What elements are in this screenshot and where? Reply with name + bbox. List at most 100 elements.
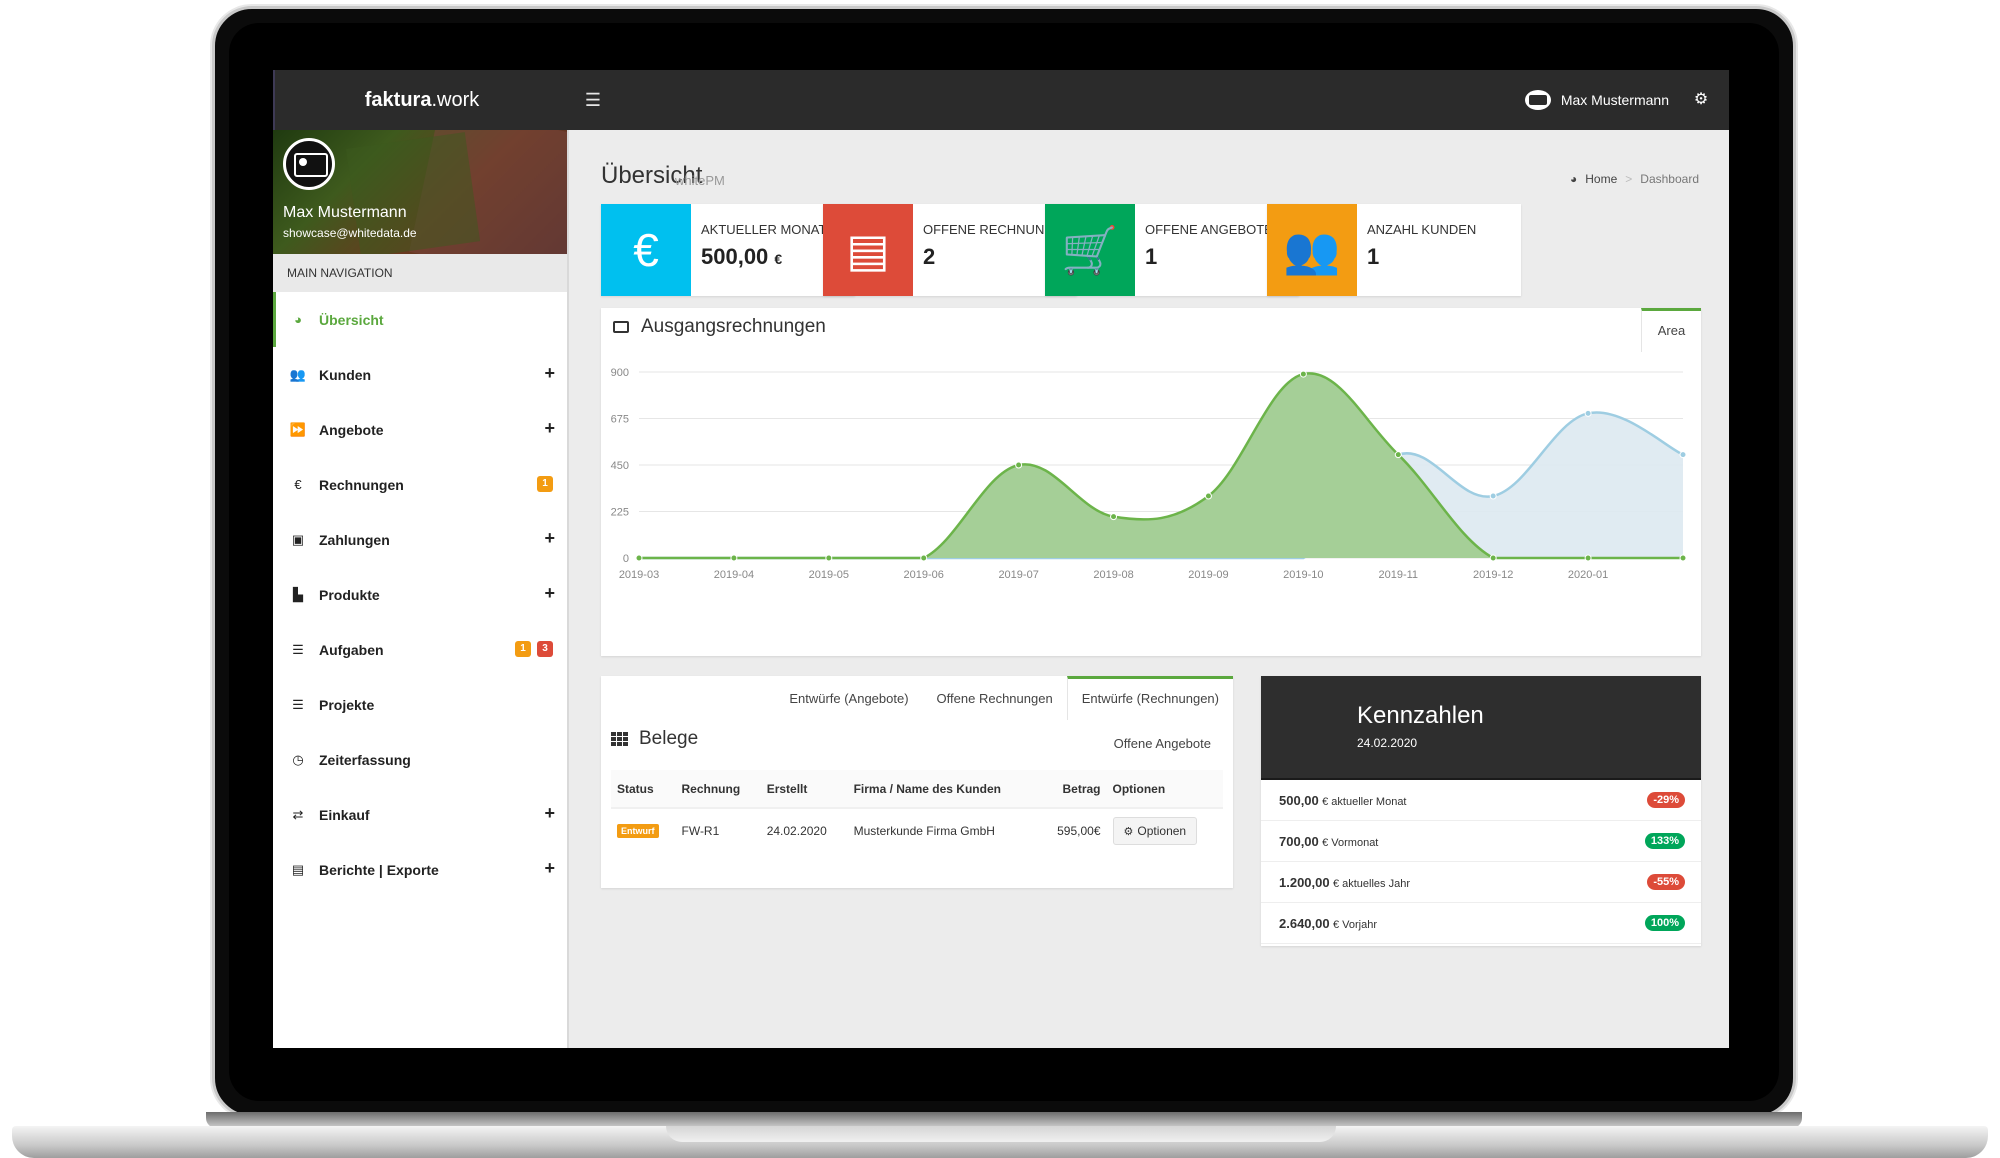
kennzahlen-date: 24.02.2020: [1357, 736, 1418, 750]
cart-icon: 🛒: [1045, 204, 1135, 296]
data-point: [730, 554, 738, 562]
tab-belege-3[interactable]: Entwürfe (Rechnungen): [1066, 676, 1233, 720]
tab-belege-2[interactable]: Offene Rechnungen: [923, 676, 1067, 720]
info-box-value: 500,00 €: [701, 244, 782, 270]
sidebar-item-übersicht[interactable]: ◕ Übersicht: [273, 292, 567, 347]
sidebar-item-label: Berichte | Exporte: [319, 861, 439, 878]
y-tick-label: 0: [623, 553, 629, 565]
sidebar-user-email: showcase@whitedata.de: [283, 226, 417, 240]
sidebar-item-kunden[interactable]: 👥 Kunden +: [273, 347, 567, 402]
y-tick-label: 450: [611, 460, 629, 472]
sidebar-item-label: Zeiterfassung: [319, 751, 411, 768]
plus-icon[interactable]: +: [544, 363, 555, 384]
belege-panel: Entwürfe (Angebote) Offene Rechnungen Entw…: [601, 676, 1233, 888]
sidebar-item-label: Einkauf: [319, 806, 370, 823]
options-button[interactable]: ⚙ Optionen: [1112, 816, 1198, 845]
sidebar-item-projekte[interactable]: ☰ Projekte: [273, 677, 567, 732]
sidebar-item-label: Kunden: [319, 366, 372, 383]
sidebar-item-berichte-exporte[interactable]: ▤ Berichte | Exporte +: [273, 842, 567, 897]
data-point: [1584, 554, 1592, 562]
info-box-number: 500,00: [701, 244, 769, 269]
user-menu[interactable]: Max Mustermann: [1524, 85, 1669, 115]
kpi-change-badge: 133%: [1644, 833, 1685, 849]
kpi-description: € aktueller Monat: [1322, 795, 1407, 808]
sidebar-item-rechnungen[interactable]: € Rechnungen 1: [273, 457, 567, 512]
tab-area[interactable]: Area: [1641, 308, 1701, 352]
sidebar-item-angebote[interactable]: ⏩ Angebote +: [273, 402, 567, 457]
id-card-icon: [1524, 90, 1551, 110]
gear-icon: ⚙: [1123, 825, 1134, 838]
created-date: 24.02.2020: [766, 823, 827, 838]
info-box-value: 2: [923, 244, 935, 270]
x-tick-label: 2019-10: [1283, 569, 1323, 581]
options-label: Optionen: [1137, 823, 1187, 838]
sidebar-item-label: Aufgaben: [319, 641, 384, 658]
info-box-2[interactable]: ▤ OFFENE RECHNUNG... 2: [823, 204, 1077, 296]
sidebar-item-label: Übersicht: [319, 311, 384, 328]
column-header: Firma / Name des Kunden: [847, 770, 1040, 809]
breadcrumb-home[interactable]: Home: [1585, 172, 1617, 186]
kpi-amount: 500,00: [1279, 792, 1319, 808]
info-box-4[interactable]: 👥 ANZAHL KUNDEN 1: [1267, 204, 1521, 296]
x-tick-label: 2019-04: [714, 569, 754, 581]
belege-title-label: Belege: [639, 728, 699, 749]
chart-panel-title: Ausgangsrechnungen: [613, 316, 826, 338]
sidebar-item-zeiterfassung[interactable]: ◷ Zeiterfassung: [273, 732, 567, 787]
info-box-number: 2: [923, 244, 936, 269]
sidebar-item-einkauf[interactable]: ⇄ Einkauf +: [273, 787, 567, 842]
plus-icon[interactable]: +: [544, 418, 555, 439]
table-row[interactable]: Entwurf FW-R1 24.02.2020 Musterkunde Firma …: [611, 808, 1223, 852]
euro-icon: €: [294, 477, 302, 492]
y-tick-label: 225: [611, 507, 629, 519]
plus-icon[interactable]: +: [544, 858, 555, 879]
status-cell: Entwurf: [611, 808, 676, 852]
x-tick-label: 2019-11: [1378, 569, 1418, 581]
column-header: Rechnung: [675, 770, 761, 809]
info-box-3[interactable]: 🛒 OFFENE ANGEBOTE 1: [1045, 204, 1299, 296]
options-cell: ⚙ Optionen: [1107, 808, 1223, 852]
x-tick-label: 2019-12: [1473, 569, 1513, 581]
kpi-amount: 700,00: [1279, 833, 1319, 849]
offene-angebote-link[interactable]: Offene Angebote: [1114, 736, 1211, 751]
sidebar-item-aufgaben[interactable]: ☰ Aufgaben 1 3: [273, 622, 567, 677]
app-logo[interactable]: faktura.work: [273, 70, 569, 130]
column-header: Optionen: [1106, 770, 1223, 809]
sidebar-item-label: Rechnungen: [319, 476, 404, 493]
info-box-value: 1: [1367, 244, 1379, 270]
belege-table: Status Rechnung Erstellt Firma / Name des K…: [611, 770, 1223, 852]
x-tick-label: 2020-01: [1568, 569, 1608, 581]
page-subtitle: whitePM: [675, 173, 725, 188]
user-panel: Max Mustermann showcase@whitedata.de: [273, 130, 567, 254]
belege-title: Belege: [611, 728, 698, 750]
sidebar-item-produkte[interactable]: ▙ Produkte +: [273, 567, 567, 622]
kpi-description: € Vormonat: [1322, 836, 1379, 849]
kpi-change-badge: 100%: [1644, 915, 1685, 931]
invoice-number: FW-R1: [681, 823, 720, 838]
plus-icon[interactable]: +: [544, 803, 555, 824]
x-tick-label: 2019-07: [998, 569, 1038, 581]
kpi-change-badge: -55%: [1647, 874, 1685, 890]
cogs-icon[interactable]: ⚙: [1687, 86, 1715, 114]
sidebar-nav: ◕ Übersicht 👥 Kunden + ⏩ Angebote + € Rechnungen 1…: [273, 292, 567, 897]
data-point: [1204, 492, 1212, 500]
kpi-amount: 1.200,00: [1279, 874, 1330, 890]
euro-icon: €: [601, 204, 691, 296]
laptop-notch: [666, 1126, 1336, 1142]
badge-group: 1: [537, 476, 553, 492]
sidebar-item-zahlungen[interactable]: ▣ Zahlungen +: [273, 512, 567, 567]
plus-icon[interactable]: +: [544, 528, 555, 549]
menu-toggle-icon[interactable]: ☰: [579, 86, 607, 114]
x-tick-label: 2019-05: [809, 569, 849, 581]
list-icon: ☰: [292, 641, 304, 657]
breadcrumb-separator: >: [1625, 172, 1633, 186]
book-icon: ▤: [291, 861, 305, 877]
kpi-text: 2.640,00 € Vorjahr: [1279, 916, 1377, 931]
tab-belege-1[interactable]: Entwürfe (Angebote): [775, 676, 922, 720]
kennzahlen-header: Kennzahlen 24.02.2020: [1261, 676, 1701, 780]
plus-icon[interactable]: +: [544, 583, 555, 604]
info-box-1[interactable]: € AKTUELLER MONAT 500,00 €: [601, 204, 855, 296]
top-navbar: faktura.work ☰ Max Mustermann ⚙: [273, 70, 1729, 130]
data-point: [920, 554, 928, 562]
file-text-icon: ▤: [823, 204, 913, 296]
data-point: [1015, 461, 1023, 469]
